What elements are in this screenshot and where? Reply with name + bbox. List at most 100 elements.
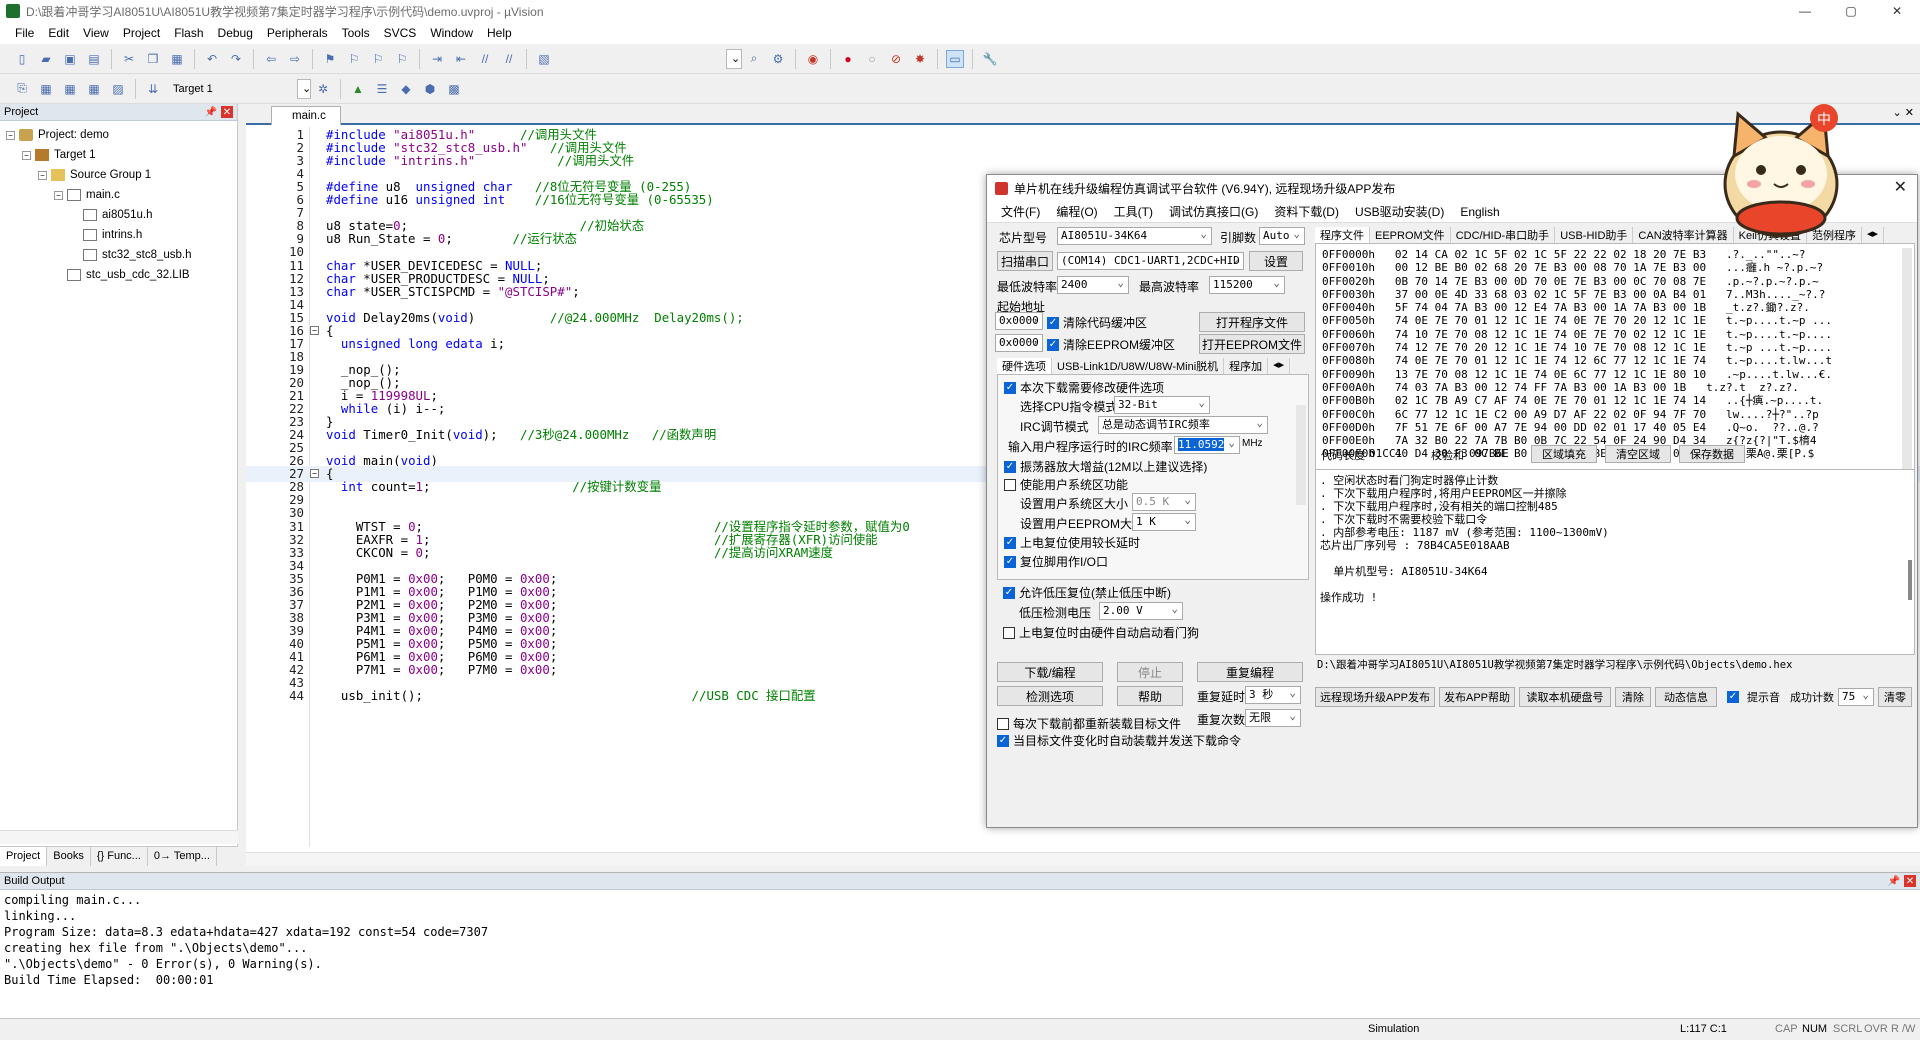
manage-books-icon[interactable]: ☰ [373,80,391,98]
open-file-icon[interactable]: ▰ [37,50,55,68]
maximize-button[interactable]: ▢ [1828,0,1874,22]
low-volt-select[interactable]: 2.00 V [1099,601,1183,620]
clear-log-button[interactable]: 清除 [1615,687,1651,707]
dynamic-info-button[interactable]: 动态信息 [1655,687,1717,707]
new-file-icon[interactable]: ▯ [13,50,31,68]
user-sys-area-checkbox[interactable]: 使能用户系统区功能 [1004,476,1128,493]
cpu-mode-select[interactable]: 32-Bit [1114,395,1210,414]
tab-functions[interactable]: {} Func... [91,847,148,866]
clear-bookmarks-icon[interactable]: ⚐ [393,50,411,68]
download-program-button[interactable]: 下载/编程 [997,662,1103,682]
save-all-icon[interactable]: ▤ [85,50,103,68]
reset-count-button[interactable]: 清零 [1878,687,1912,707]
chip-model-select[interactable]: AI8051U-34K64 [1057,226,1212,245]
uncomment-icon[interactable]: // [500,50,518,68]
nav-forward-icon[interactable]: ⇨ [286,50,304,68]
menu-help[interactable]: Help [480,26,519,40]
min-baud-select[interactable]: 2400 [1057,275,1129,294]
reset-io-checkbox[interactable]: ✓ 复位脚用作I/O口 [1004,553,1108,570]
max-baud-select[interactable]: 115200 [1209,275,1285,294]
tree-expander-icon[interactable]: − [38,170,47,180]
editor-tab-main-c[interactable]: main.c [271,106,341,125]
isp-menu-usb-driver[interactable]: USB驱动安装(D) [1347,203,1452,220]
clear-code-checkbox[interactable]: ✓ 清除代码缓冲区 [1047,314,1147,331]
code-start-address-input[interactable]: 0x0000 [995,311,1043,330]
breakpoint-icon[interactable]: ● [839,50,857,68]
menu-tools[interactable]: Tools [335,26,377,40]
undo-icon[interactable]: ↶ [203,50,221,68]
manage-pack-icon[interactable]: ▩ [445,80,463,98]
download-icon[interactable]: ⇊ [144,80,162,98]
tree-node[interactable]: − Project: demo [6,125,237,145]
pin-count-select[interactable]: Auto [1259,226,1305,245]
menu-svcs[interactable]: SVCS [377,26,424,40]
isp-menu-download[interactable]: 资料下载(D) [1266,203,1347,220]
tree-node[interactable]: − Target 1 [6,145,237,165]
manage-components-icon[interactable]: ▲ [349,80,367,98]
indent-icon[interactable]: ⇥ [428,50,446,68]
menu-debug[interactable]: Debug [211,26,260,40]
check-options-button[interactable]: 检测选项 [997,686,1103,706]
publish-app-button[interactable]: 远程现场升级APP发布 [1315,687,1435,707]
tab-eeprom-file[interactable]: EEPROM文件 [1370,227,1451,243]
close-icon[interactable]: ✕ [221,106,233,118]
low-volt-reset-checkbox[interactable]: ✓ 允许低压复位(禁止低压中断) [1003,584,1171,601]
scan-port-button[interactable]: 扫描串口 [997,251,1053,271]
disable-breakpoint-icon[interactable]: ○ [863,50,881,68]
stop-build-icon[interactable]: ▨ [109,80,127,98]
prompt-sound-checkbox[interactable]: ✓ [1727,691,1739,703]
debug-session-icon[interactable]: ◉ [804,50,822,68]
irc-freq-input[interactable]: 11.0592 [1174,435,1240,454]
options-scrollbar[interactable] [1296,405,1306,505]
irc-mode-select[interactable]: 总是动态调节IRC频率 [1098,415,1268,434]
rebuild-icon[interactable]: ▦ [61,80,79,98]
project-hscroll[interactable] [0,830,238,844]
disable-all-breakpoints-icon[interactable]: ⊘ [887,50,905,68]
manage-rte-icon[interactable]: ⬢ [421,80,439,98]
auto-send-checkbox[interactable]: ✓ 当目标文件变化时自动装载并发送下载命令 [997,732,1241,749]
tree-node[interactable]: intrins.h [6,225,237,245]
tab-templates[interactable]: 0→ Temp... [148,847,217,866]
isp-menu-program[interactable]: 编程(O) [1048,203,1105,220]
eeprom-start-address-input[interactable]: 0x0000 [995,333,1043,352]
tab-scroll-arrows[interactable]: ◂▸ [1862,227,1885,243]
find-in-files-icon[interactable]: ▧ [535,50,553,68]
watchdog-checkbox[interactable]: 上电复位时由硬件自动启动看门狗 [1003,624,1199,641]
batch-build-icon[interactable]: ▦ [85,80,103,98]
stop-button[interactable]: 停止 [1117,662,1183,682]
repeat-count-select[interactable]: 无限 [1245,708,1301,727]
select-packs-icon[interactable]: ◆ [397,80,415,98]
tab-hardware-options[interactable]: 硬件选项 [997,358,1052,374]
port-select[interactable]: (COM14) CDC1-UART1,2CDC+HID [1057,251,1244,270]
save-data-button[interactable]: 保存数据 [1679,445,1745,463]
pin-icon[interactable]: 📌 [205,106,217,118]
tab-cdc-serial[interactable]: CDC/HID-串口助手 [1451,227,1556,243]
target-select[interactable]: Target 1 [169,79,297,99]
tree-expander-icon[interactable]: − [6,130,15,140]
tree-node[interactable]: ai8051u.h [6,205,237,225]
modify-hw-checkbox[interactable]: ✓ 本次下载需要修改硬件选项 [1004,379,1164,396]
pin-icon[interactable]: 📌 [1888,875,1900,887]
paste-icon[interactable]: ▦ [168,50,186,68]
save-icon[interactable]: ▣ [61,50,79,68]
target-dropdown-arrow[interactable]: ⌄ [297,78,311,99]
next-bookmark-icon[interactable]: ⚐ [369,50,387,68]
port-settings-button[interactable]: 设置 [1249,251,1303,271]
translate-icon[interactable]: ⎘ [13,80,31,98]
isp-menu-file[interactable]: 文件(F) [993,203,1048,220]
menu-edit[interactable]: Edit [41,26,76,40]
tree-node[interactable]: − main.c [6,185,237,205]
hex-dump[interactable]: 0FF0000h 02 14 CA 02 1C 5F 02 1C 5F 22 2… [1322,248,1832,461]
bookmark-icon[interactable]: ⚑ [321,50,339,68]
tab-scroll-arrows[interactable]: ◂▸ [1268,358,1291,374]
fold-icon[interactable]: − [310,469,319,479]
publish-help-button[interactable]: 发布APP帮助 [1439,687,1515,707]
find-icon[interactable]: ⌕ [745,50,763,68]
menu-peripherals[interactable]: Peripherals [260,26,335,40]
tree-node[interactable]: − Source Group 1 [6,165,237,185]
tree-node[interactable]: stc32_stc8_usb.h [6,245,237,265]
repeat-delay-select[interactable]: 3 秒 [1245,685,1301,704]
area-fill-button[interactable]: 区域填充 [1531,445,1597,463]
menu-window[interactable]: Window [423,26,480,40]
incremental-find-icon[interactable]: ⚙ [769,50,787,68]
